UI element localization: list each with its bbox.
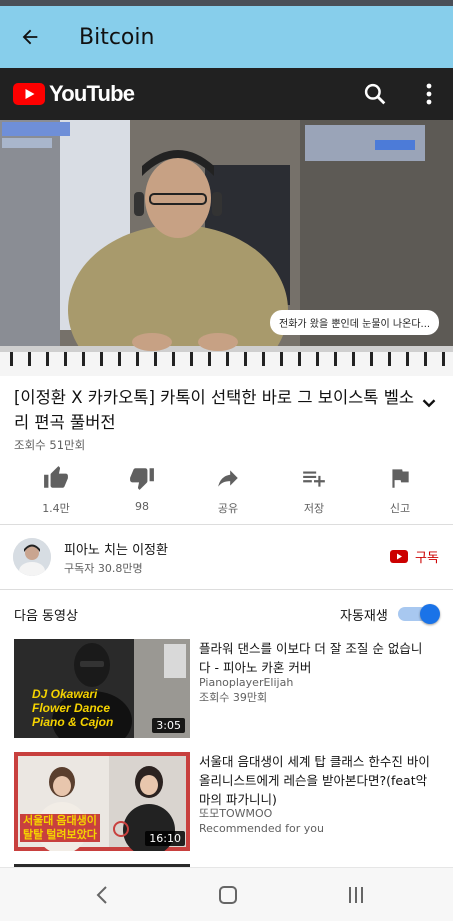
recommendation-item[interactable]: DJ Okawari Flower Dance Piano & Cajon 3:… <box>0 639 453 741</box>
thumbnail-caption-line: DJ Okawari <box>32 687 98 701</box>
thumbnail-caption-line: 서울대 음대생이 <box>20 814 100 828</box>
save-label: 저장 <box>303 502 325 515</box>
thumbnail-caption-line: Flower Dance <box>32 701 111 715</box>
thumb-up-icon <box>44 466 68 488</box>
thumbnail-caption-line: 탈탈 털려보았다 <box>20 828 100 842</box>
recommendation-title[interactable]: 플라워 댄스를 이보다 더 잘 조질 순 없습니다 - 피아노 카혼 커버 <box>199 639 431 677</box>
video-thumbnail[interactable]: 서울대 음대생이 탈탈 털려보았다 16:10 <box>14 752 190 851</box>
recent-apps-icon <box>349 887 363 903</box>
video-frame <box>0 120 453 376</box>
youtube-logo[interactable]: YouTube <box>13 81 135 107</box>
share-button[interactable]: 공유 <box>185 460 271 520</box>
up-next-label: 다음 동영상 <box>14 609 78 624</box>
youtube-wordmark: YouTube <box>49 81 135 106</box>
video-title: [이정환 X 카카오톡] 카톡이 선택한 바로 그 보이스톡 벨소리 편곡 풀버… <box>14 388 415 432</box>
share-icon <box>218 470 238 487</box>
recommendation-meta: 조회수 39만회 <box>199 691 268 704</box>
thumbnail-caption: DJ Okawari Flower Dance Piano & Cajon <box>32 687 113 729</box>
recommendation-title[interactable]: 서울대 음대생이 세계 탑 클래스 한수진 바이올리니스트에게 레슨을 받아본다… <box>199 752 431 809</box>
video-duration: 16:10 <box>145 831 185 846</box>
chevron-left-icon <box>96 886 107 904</box>
more-vert-icon[interactable] <box>418 81 440 107</box>
video-player[interactable]: 전화가 왔을 뿐인데 눈물이 나온다... <box>0 120 453 376</box>
home-square-icon <box>219 886 237 904</box>
view-count: 조회수 51만회 <box>14 438 86 452</box>
thumbnail-caption-line: Piano & Cajon <box>32 715 114 729</box>
autoplay-label: 자동재생 <box>340 609 388 624</box>
nav-recents-button[interactable] <box>326 868 386 921</box>
like-count: 1.4만 <box>42 502 70 515</box>
search-icon[interactable] <box>362 81 388 107</box>
channel-name[interactable]: 피아노 치는 이정환 <box>64 539 168 558</box>
video-duration: 3:05 <box>152 718 185 733</box>
subscribe-button[interactable]: 구독 <box>390 547 439 566</box>
report-label: 신고 <box>389 502 411 515</box>
like-button[interactable]: 1.4만 <box>13 460 99 520</box>
nav-home-button[interactable] <box>198 868 258 921</box>
youtube-header: YouTube <box>0 68 453 120</box>
thumb-down-icon <box>130 468 154 490</box>
recommendation-meta: Recommended for you <box>199 822 324 835</box>
report-button[interactable]: 신고 <box>357 460 443 520</box>
channel-row[interactable]: 피아노 치는 이정환 구독자 30.8만명 구독 <box>0 525 453 587</box>
save-button[interactable]: 저장 <box>271 460 357 520</box>
thumbnail-caption: 서울대 음대생이 탈탈 털려보았다 <box>20 814 100 842</box>
recommendation-channel: 또모TOWMOO <box>199 807 273 820</box>
app-title: Bitcoin <box>79 24 155 50</box>
dislike-button[interactable]: 98 <box>99 460 185 520</box>
subscribe-label: 구독 <box>415 551 439 566</box>
share-label: 공유 <box>217 502 239 515</box>
video-actions: 1.4만 98 공유 저장 신고 <box>0 460 453 522</box>
nav-back-button[interactable] <box>72 868 132 921</box>
divider <box>0 589 453 590</box>
avatar-image <box>13 538 51 576</box>
channel-avatar[interactable] <box>13 538 51 576</box>
flag-icon <box>392 469 409 488</box>
subscriber-count: 구독자 30.8만명 <box>64 562 143 575</box>
arrow-back-icon <box>22 29 38 45</box>
toggle-knob <box>420 604 440 624</box>
video-thumbnail[interactable]: DJ Okawari Flower Dance Piano & Cajon 3:… <box>14 639 190 738</box>
expand-more-icon[interactable] <box>418 392 440 414</box>
recommendation-channel: PianoplayerElijah <box>199 676 294 689</box>
back-button[interactable] <box>0 6 60 68</box>
youtube-subscribe-icon <box>390 550 408 563</box>
app-bar: Bitcoin <box>0 6 453 68</box>
autoplay-toggle[interactable] <box>398 604 442 624</box>
youtube-play-icon <box>13 83 45 105</box>
system-navigation-bar <box>0 867 453 921</box>
recommendation-item[interactable]: 서울대 음대생이 탈탈 털려보았다 16:10 서울대 음대생이 세계 탑 클래… <box>0 752 453 854</box>
video-caption-bubble: 전화가 왔을 뿐인데 눈물이 나온다... <box>270 310 440 335</box>
playlist-add-icon <box>303 471 325 487</box>
dislike-count: 98 <box>135 500 149 513</box>
